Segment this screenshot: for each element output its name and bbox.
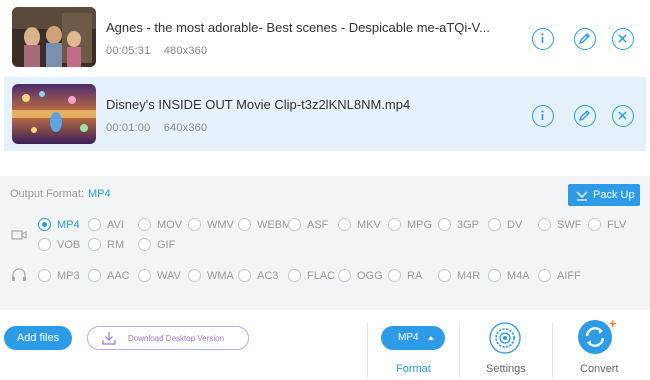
divider — [367, 322, 368, 378]
settings-icon[interactable] — [488, 321, 522, 355]
file-title: Agnes - the most adorable- Best scenes -… — [106, 20, 490, 35]
file-row-selected[interactable]: Disney's INSIDE OUT Movie Clip-t3z2lKNL8… — [4, 77, 646, 151]
radio-button[interactable] — [138, 218, 151, 231]
radio-button[interactable] — [388, 218, 401, 231]
format-option-label: FLV — [607, 219, 627, 231]
format-option-label: WAV — [157, 270, 181, 282]
file-resolution: 480x360 — [163, 45, 208, 57]
remove-icon[interactable] — [612, 105, 634, 127]
format-option-label: WEBM — [257, 219, 292, 231]
radio-button[interactable] — [338, 218, 351, 231]
radio-button[interactable] — [188, 269, 201, 282]
settings-label: Settings — [486, 363, 526, 375]
edit-icon[interactable] — [574, 28, 596, 50]
format-option-label: MKV — [357, 219, 381, 231]
convert-button[interactable] — [578, 320, 612, 354]
file-list: Agnes - the most adorable- Best scenes -… — [0, 0, 650, 165]
radio-button[interactable] — [538, 218, 551, 231]
radio-button[interactable] — [338, 269, 351, 282]
format-option-label: AAC — [107, 270, 130, 282]
format-option-label: M4R — [457, 270, 481, 282]
file-duration: 00:05:31 — [106, 45, 151, 57]
format-option-label: MPG — [407, 219, 433, 231]
edit-icon[interactable] — [574, 105, 596, 127]
format-option-label: AVI — [107, 219, 124, 231]
file-title: Disney's INSIDE OUT Movie Clip-t3z2lKNL8… — [106, 97, 411, 112]
format-option-label: MOV — [157, 219, 183, 231]
format-option-label: M4A — [507, 270, 530, 282]
format-option-label: DV — [507, 219, 523, 231]
download-desktop-button[interactable]: Download Desktop Version — [87, 326, 249, 350]
radio-button[interactable] — [488, 269, 501, 282]
video-format-icon — [11, 230, 27, 240]
format-option-label: GIF — [157, 239, 176, 251]
format-option-label: AC3 — [257, 270, 279, 282]
radio-button[interactable] — [38, 218, 51, 231]
file-duration: 00:01:00 — [106, 122, 151, 134]
output-format-value: MP4 — [87, 188, 111, 200]
radio-button[interactable] — [288, 218, 301, 231]
format-option-label: WMV — [207, 219, 234, 231]
video-thumbnail — [12, 84, 96, 144]
radio-button[interactable] — [238, 269, 251, 282]
format-option-label: MP3 — [57, 270, 80, 282]
format-option-label: 3GP — [457, 219, 480, 231]
bottom-bar: Add files Download Desktop Version MP4 F… — [0, 316, 650, 380]
new-badge-icon: + — [609, 316, 617, 331]
divider — [459, 322, 460, 378]
radio-button[interactable] — [188, 218, 201, 231]
divider — [552, 322, 553, 378]
radio-button[interactable] — [138, 269, 151, 282]
format-dropdown-value: MP4 — [398, 332, 419, 343]
radio-button[interactable] — [288, 269, 301, 282]
caret-up-icon — [428, 336, 434, 340]
download-icon — [102, 332, 116, 345]
radio-button[interactable] — [88, 269, 101, 282]
download-label: Download Desktop Version — [128, 334, 225, 343]
pack-up-button[interactable]: Pack Up — [568, 184, 640, 206]
format-option-label: MP4 — [57, 219, 80, 231]
radio-button[interactable] — [538, 269, 551, 282]
radio-button[interactable] — [88, 238, 101, 251]
format-option-label: SWF — [557, 219, 582, 231]
output-format-label: Output Format: MP4 — [10, 188, 111, 200]
radio-button[interactable] — [38, 269, 51, 282]
radio-button[interactable] — [88, 218, 101, 231]
format-option-label: WMA — [207, 270, 234, 282]
video-thumbnail — [12, 7, 96, 67]
radio-button[interactable] — [488, 218, 501, 231]
radio-button[interactable] — [388, 269, 401, 282]
format-option-label: AIFF — [557, 270, 581, 282]
format-option-label: RA — [407, 270, 423, 282]
file-row[interactable]: Agnes - the most adorable- Best scenes -… — [4, 0, 646, 74]
radio-button[interactable] — [588, 218, 601, 231]
format-label: Format — [396, 363, 431, 375]
format-option-label: RM — [107, 239, 125, 251]
add-files-button[interactable]: Add files — [4, 326, 72, 350]
format-option-label: FLAC — [307, 270, 336, 282]
file-meta: 00:05:31 480x360 — [106, 45, 207, 57]
radio-button[interactable] — [438, 269, 451, 282]
collapse-icon — [576, 191, 588, 201]
convert-icon — [585, 327, 605, 347]
file-resolution: 640x360 — [163, 122, 208, 134]
audio-format-icon — [12, 268, 26, 281]
format-panel: Output Format: MP4 Pack Up MP4 AVI MOV WMV WE… — [0, 176, 650, 310]
file-meta: 00:01:00 640x360 — [106, 122, 207, 134]
remove-icon[interactable] — [612, 28, 634, 50]
radio-button[interactable] — [438, 218, 451, 231]
info-icon[interactable] — [532, 105, 554, 127]
info-icon[interactable] — [532, 28, 554, 50]
radio-button[interactable] — [38, 238, 51, 251]
radio-button[interactable] — [138, 238, 151, 251]
format-option-label: ASF — [307, 219, 329, 231]
format-option-label: OGG — [357, 270, 383, 282]
radio-button[interactable] — [238, 218, 251, 231]
convert-label: Convert — [580, 363, 619, 375]
format-option-label: VOB — [57, 239, 81, 251]
format-dropdown[interactable]: MP4 — [381, 326, 445, 350]
pack-up-label: Pack Up — [593, 189, 635, 201]
